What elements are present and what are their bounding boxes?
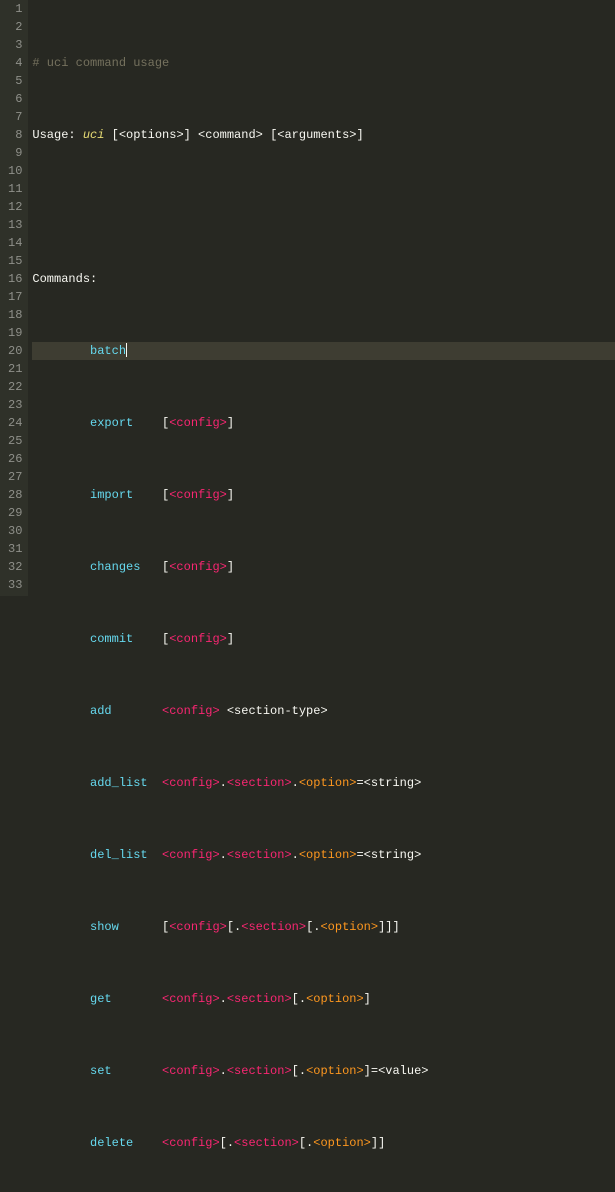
code-line[interactable]: commit [<config>] <box>32 630 615 648</box>
code-line[interactable]: add_list <config>.<section>.<option>=<st… <box>32 774 615 792</box>
code-line[interactable]: changes [<config>] <box>32 558 615 576</box>
line-number: 8 <box>8 126 22 144</box>
line-number: 2 <box>8 18 22 36</box>
line-number: 5 <box>8 72 22 90</box>
comment-text: # uci command usage <box>32 56 169 70</box>
section-param: <section> <box>227 1064 292 1078</box>
line-number: 33 <box>8 576 22 594</box>
usage-prefix: Usage: <box>32 128 82 142</box>
line-number: 3 <box>8 36 22 54</box>
line-number: 17 <box>8 288 22 306</box>
option-param: <option> <box>320 920 378 934</box>
usage-args: [<options>] <command> [<arguments>] <box>104 128 363 142</box>
code-line-active[interactable]: batch <box>32 342 615 360</box>
code-line[interactable]: set <config>.<section>[.<option>]=<value… <box>32 1062 615 1080</box>
subcommand: delete <box>90 1136 162 1150</box>
line-number: 14 <box>8 234 22 252</box>
text-cursor <box>126 343 127 357</box>
subcommand: import <box>90 488 162 502</box>
subcommand: show <box>90 920 162 934</box>
line-number: 1 <box>8 0 22 18</box>
code-line[interactable] <box>32 198 615 216</box>
line-number: 22 <box>8 378 22 396</box>
section-param: <section> <box>227 848 292 862</box>
code-line[interactable]: delete <config>[.<section>[.<option>]] <box>32 1134 615 1152</box>
section-param: <section> <box>241 920 306 934</box>
line-number: 4 <box>8 54 22 72</box>
line-number: 7 <box>8 108 22 126</box>
subcommand: add <box>90 704 162 718</box>
line-number: 15 <box>8 252 22 270</box>
line-number: 23 <box>8 396 22 414</box>
line-number: 27 <box>8 468 22 486</box>
line-number: 13 <box>8 216 22 234</box>
code-line[interactable]: # uci command usage <box>32 54 615 72</box>
subcommand: del_list <box>90 848 162 862</box>
config-param: <config> <box>169 632 227 646</box>
code-line[interactable]: Usage: uci [<options>] <command> [<argum… <box>32 126 615 144</box>
code-line[interactable]: show [<config>[.<section>[.<option>]]] <box>32 918 615 936</box>
line-number: 6 <box>8 90 22 108</box>
line-number: 28 <box>8 486 22 504</box>
command-name: uci <box>83 128 105 142</box>
config-param: <config> <box>162 1136 220 1150</box>
line-number: 10 <box>8 162 22 180</box>
config-param: <config> <box>162 1064 220 1078</box>
config-param: <config> <box>169 488 227 502</box>
line-number: 29 <box>8 504 22 522</box>
config-param: <config> <box>169 920 227 934</box>
subcommand: get <box>90 992 162 1006</box>
line-number: 9 <box>8 144 22 162</box>
subcommand: batch <box>90 344 126 358</box>
line-number: 18 <box>8 306 22 324</box>
subcommand: set <box>90 1064 162 1078</box>
line-number: 16 <box>8 270 22 288</box>
config-param: <config> <box>169 416 227 430</box>
subcommand: export <box>90 416 162 430</box>
code-editor[interactable]: 1234567891011121314151617181920212223242… <box>0 0 615 596</box>
line-number: 25 <box>8 432 22 450</box>
section-param: <section> <box>227 992 292 1006</box>
subcommand: commit <box>90 632 162 646</box>
config-param: <config> <box>162 992 220 1006</box>
line-number: 31 <box>8 540 22 558</box>
code-line[interactable]: get <config>.<section>[.<option>] <box>32 990 615 1008</box>
option-param: <option> <box>313 1136 371 1150</box>
line-number-gutter: 1234567891011121314151617181920212223242… <box>0 0 28 596</box>
section-param: <section> <box>227 776 292 790</box>
option-param: <option> <box>306 1064 364 1078</box>
config-param: <config> <box>162 704 220 718</box>
config-param: <config> <box>162 848 220 862</box>
line-number: 19 <box>8 324 22 342</box>
section-heading: Commands: <box>32 272 97 286</box>
subcommand: changes <box>90 560 162 574</box>
code-line[interactable]: add <config> <section-type> <box>32 702 615 720</box>
code-line[interactable]: Commands: <box>32 270 615 288</box>
section-param: <section> <box>234 1136 299 1150</box>
code-line[interactable]: import [<config>] <box>32 486 615 504</box>
config-param: <config> <box>169 560 227 574</box>
code-area[interactable]: # uci command usage Usage: uci [<options… <box>28 0 615 596</box>
line-number: 24 <box>8 414 22 432</box>
line-number: 12 <box>8 198 22 216</box>
line-number: 21 <box>8 360 22 378</box>
subcommand: add_list <box>90 776 162 790</box>
config-param: <config> <box>162 776 220 790</box>
code-line[interactable]: export [<config>] <box>32 414 615 432</box>
option-param: <option> <box>299 848 357 862</box>
line-number: 32 <box>8 558 22 576</box>
line-number: 11 <box>8 180 22 198</box>
option-param: <option> <box>306 992 364 1006</box>
line-number: 26 <box>8 450 22 468</box>
line-number: 20 <box>8 342 22 360</box>
option-param: <option> <box>299 776 357 790</box>
code-line[interactable]: del_list <config>.<section>.<option>=<st… <box>32 846 615 864</box>
line-number: 30 <box>8 522 22 540</box>
